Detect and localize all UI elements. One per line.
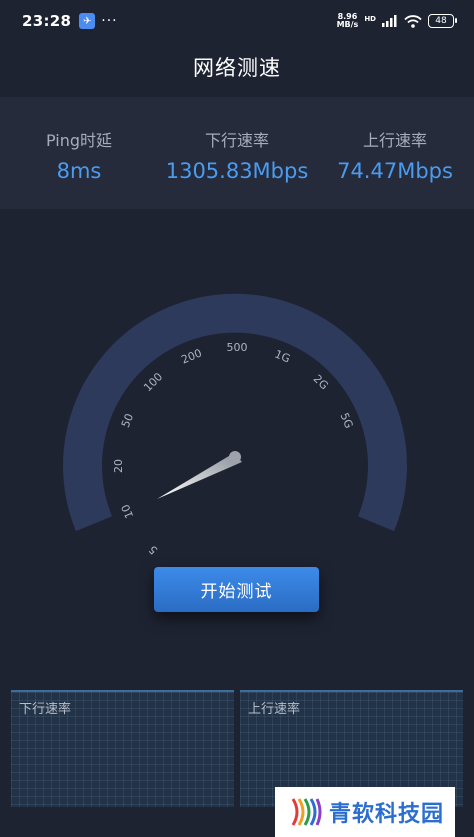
download-label: 下行速率 — [204, 131, 269, 150]
network-speed: 8.96 MB/s — [337, 13, 359, 29]
wifi-icon — [404, 14, 422, 28]
start-test-button[interactable]: 开始测试 — [154, 567, 319, 612]
ping-value: 8ms — [56, 159, 102, 183]
gauge-tick-label: 1G — [273, 348, 292, 366]
gauge-ticks: 051020501002005001G2G5G — [112, 341, 355, 557]
signal-icon — [382, 15, 397, 27]
gauge-needle — [157, 451, 242, 499]
network-speed-unit: MB/s — [336, 20, 359, 29]
watermark-text: 青软科技园 — [329, 802, 445, 827]
page-title: 网络测速 — [193, 56, 281, 80]
gauge-tick-label: 5 — [146, 543, 160, 557]
gauge-tick-label: 20 — [112, 459, 125, 473]
battery-icon: 48 — [428, 14, 457, 28]
stat-download: 下行速率 1305.83Mbps — [158, 97, 316, 209]
gauge-tick-label: 50 — [119, 412, 136, 430]
status-bar: 23:28 ✈ ··· 8.96 MB/s HD 48 — [0, 0, 474, 42]
gauge-track — [63, 293, 408, 532]
download-graph: 下行速率 — [11, 690, 234, 807]
watermark: 青软科技园 — [275, 787, 455, 837]
status-time: 23:28 — [22, 12, 72, 30]
upload-graph-label: 上行速率 — [248, 702, 301, 717]
stats-panel: Ping时延 8ms 下行速率 1305.83Mbps 上行速率 74.47Mb… — [0, 97, 474, 209]
more-dots-icon: ··· — [101, 13, 118, 29]
gauge-tick-label: 100 — [141, 370, 165, 394]
download-graph-label: 下行速率 — [19, 702, 72, 717]
gauge-tick-label: 5G — [337, 411, 355, 430]
app-notification-icon: ✈ — [79, 13, 96, 29]
gauge-tick-label: 2G — [311, 372, 331, 392]
status-right-group: 8.96 MB/s HD 48 — [337, 13, 457, 29]
stat-ping: Ping时延 8ms — [0, 97, 158, 209]
download-value: 1305.83Mbps — [165, 159, 309, 183]
hd-badge: HD — [364, 15, 376, 23]
gauge-tick-label: 500 — [227, 341, 248, 354]
watermark-logo-icon — [291, 798, 322, 826]
speed-gauge: 051020501002005001G2G5G — [63, 293, 408, 557]
upload-value: 74.47Mbps — [337, 159, 453, 183]
gauge-tick-label: 10 — [119, 502, 136, 520]
ping-label: Ping时延 — [45, 131, 113, 150]
stat-upload: 上行速率 74.47Mbps — [316, 97, 474, 209]
gauge-tick-label: 200 — [179, 347, 203, 367]
upload-label: 上行速率 — [362, 131, 427, 150]
